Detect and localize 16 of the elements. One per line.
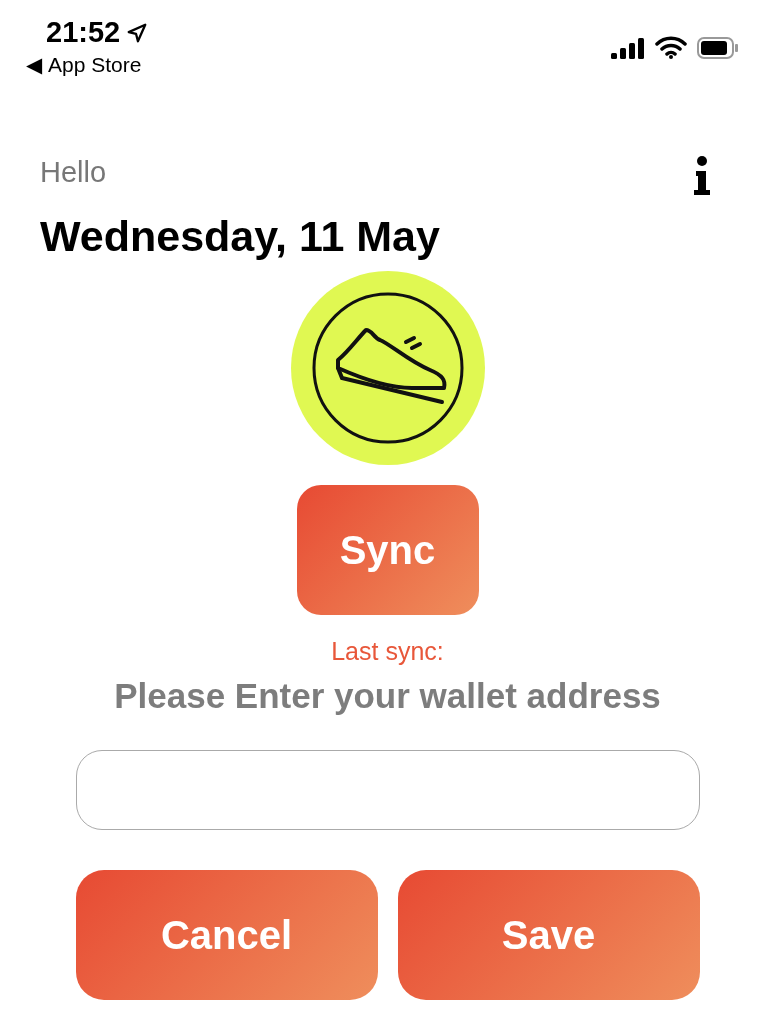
location-icon [126,21,149,44]
back-link[interactable]: App Store [48,53,142,77]
date-heading: Wednesday, 11 May [39,211,441,261]
back-arrow[interactable]: ◀ [26,53,42,77]
save-button[interactable]: Save [397,870,700,1000]
greeting-text: Hello [40,156,107,190]
clock-time: 21:52 [46,16,121,49]
wifi-icon [655,36,687,60]
signal-icon [611,37,645,59]
wallet-address-field[interactable] [75,750,700,830]
sync-button[interactable]: Sync [296,485,479,615]
cancel-button[interactable]: Cancel [75,870,378,1000]
wallet-prompt: Please Enter your wallet address [114,676,661,716]
last-sync-text: Last sync: [331,637,444,666]
battery-icon [697,37,739,59]
info-icon[interactable] [693,156,711,196]
